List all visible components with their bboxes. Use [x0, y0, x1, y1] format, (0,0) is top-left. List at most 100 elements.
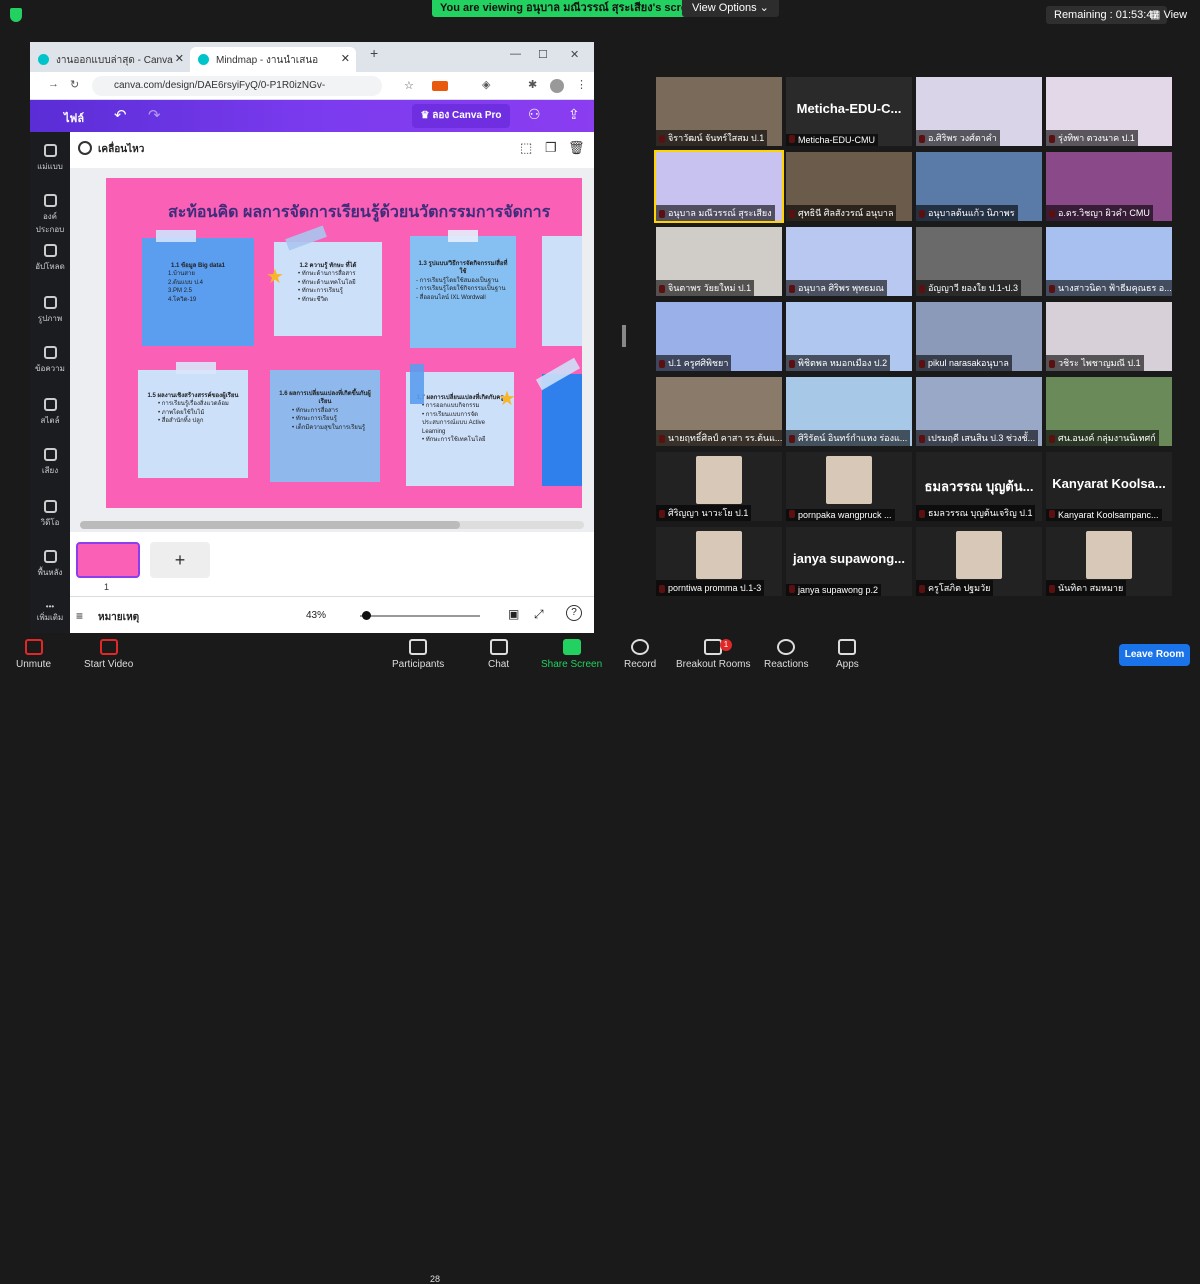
file-menu[interactable]: ไฟล์: [64, 109, 84, 127]
participant-tile[interactable]: พิชิตพล หมอกเมือง ป.2: [786, 302, 912, 371]
participant-tile[interactable]: อนุบาล ศิริพร พุทธมณ: [786, 227, 912, 296]
participant-tile[interactable]: เปรมฤดี เสนสิน ป.3 ช่วงชั้...: [916, 377, 1042, 446]
close-window-icon[interactable]: ✕: [570, 48, 579, 61]
sticky-note-1-5[interactable]: 1.5 ผลงานเชิงสร้างสรรค์ของผู้เรียน • การ…: [138, 370, 248, 478]
sidebar-item-photos[interactable]: รูปภาพ: [30, 296, 70, 325]
slide-canvas[interactable]: สะท้อนคิด ผลการจัดการเรียนรู้ด้วยนวัตกรร…: [106, 178, 582, 508]
breakout-rooms-button[interactable]: Breakout Rooms: [676, 639, 750, 670]
participant-tile[interactable]: อัญญาวี ยองใย ป.1-ป.3: [916, 227, 1042, 296]
duplicate-page-icon[interactable]: ❐: [545, 140, 557, 156]
leave-room-button[interactable]: Leave Room: [1119, 644, 1190, 666]
animate-button[interactable]: เคลื่อนไหว: [98, 142, 144, 157]
participant-tile[interactable]: ธมลวรรณ บุญต้น... ธมลวรรณ บุญต้นเจริญ ป.1: [916, 452, 1042, 521]
reactions-button[interactable]: Reactions: [764, 639, 808, 670]
maximize-icon[interactable]: ☐: [538, 48, 548, 61]
view-options-button[interactable]: View Options ⌄: [682, 0, 779, 17]
browser-menu-icon[interactable]: ⋮: [576, 78, 587, 91]
browser-tab-canva-recent[interactable]: งานออกแบบล่าสุด - Canva ✕: [30, 47, 190, 72]
sticky-note-1-6[interactable]: 1.6 ผลการเปลี่ยนแปลงที่เกิดขึ้นกับผู้เรี…: [270, 370, 380, 482]
participant-tile[interactable]: นางสาวนิดา ฟ้าธีมคุณธร อ...: [1046, 227, 1172, 296]
security-shield-icon[interactable]: [10, 8, 22, 22]
browser-tab-mindmap[interactable]: Mindmap - งานนำเสนอ ✕: [190, 47, 356, 72]
puzzle-extensions-icon[interactable]: ✱: [528, 78, 537, 91]
share-people-icon[interactable]: ⚇: [528, 106, 541, 123]
undo-icon[interactable]: ↶: [114, 106, 127, 124]
page-count-icon[interactable]: ▣: [508, 607, 519, 621]
participant-tile[interactable]: อนุบาลต้นแก้ว นิภาพร: [916, 152, 1042, 221]
participant-tile[interactable]: pornpaka wangpruck ...: [786, 452, 912, 521]
participant-tile[interactable]: จิราวัฒน์ จันทร์ใสสม ป.1: [656, 77, 782, 146]
participant-tile[interactable]: pikul narasakอนุบาล: [916, 302, 1042, 371]
participant-tile[interactable]: นันทิดา สมหมาย: [1046, 527, 1172, 596]
slide-title[interactable]: สะท้อนคิด ผลการจัดการเรียนรู้ด้วยนวัตกรร…: [168, 200, 550, 225]
help-icon[interactable]: ?: [566, 605, 582, 621]
record-button[interactable]: Record: [624, 639, 656, 670]
url-input[interactable]: canva.com/design/DAE6rsyiFyQ/0-P1R0izNGv…: [92, 76, 382, 111]
apps-button[interactable]: Apps: [836, 639, 859, 670]
participant-tile[interactable]: ครูโสภิต ปฐมวัย: [916, 527, 1042, 596]
participant-tile[interactable]: อ.ดร.วิชญา ผิวคำ CMU: [1046, 152, 1172, 221]
participant-tile[interactable]: จินตาพร วัยยใหม่ ป.1: [656, 227, 782, 296]
participant-tile[interactable]: วชิระ ไพชาญมณี ป.1: [1046, 302, 1172, 371]
participant-tile[interactable]: ศิริรัตน์ อินทร์กำแหง ร่องแ...: [786, 377, 912, 446]
sticky-note-1-1[interactable]: 1.1 ข้อมูล Big data1 1.บ้านสาย 2.ต้นแบบ …: [142, 238, 254, 346]
scrollbar-thumb[interactable]: [80, 521, 460, 529]
extension-new-icon[interactable]: [432, 81, 448, 91]
sidebar-item-video[interactable]: วิดีโอ: [30, 500, 70, 529]
start-video-button[interactable]: Start Video: [84, 639, 133, 670]
sticky-note-1-2[interactable]: 1.2 ความรู้ ทักษะ ที่ได้ • ทักษะด้านการส…: [274, 242, 382, 336]
panel-resize-handle[interactable]: [622, 325, 626, 347]
sidebar-item-templates[interactable]: แม่แบบ: [30, 144, 70, 173]
sidebar-item-audio[interactable]: เสียง: [30, 448, 70, 477]
share-screen-button[interactable]: Share Screen: [541, 639, 602, 670]
sidebar-item-more[interactable]: ••• เพิ่มเติม: [30, 602, 70, 624]
add-page-button[interactable]: +: [150, 542, 210, 578]
sidebar-item-background[interactable]: พื้นหลัง: [30, 550, 70, 579]
unmute-button[interactable]: Unmute: [16, 639, 51, 670]
delete-page-icon[interactable]: 🗑: [568, 140, 585, 156]
participant-tile[interactable]: นายฤทธิ์ศิลป์ คาสา รร.ต้นแ...: [656, 377, 782, 446]
close-tab-icon[interactable]: ✕: [175, 52, 184, 65]
participant-tile[interactable]: Meticha-EDU-C... Meticha-EDU-CMU: [786, 77, 912, 146]
extension-icon[interactable]: ◈: [482, 78, 490, 91]
participant-tile[interactable]: ศิริญญา นาวะโย ป.1: [656, 452, 782, 521]
participant-tile[interactable]: Kanyarat Koolsa... Kanyarat Koolsampanc..…: [1046, 452, 1172, 521]
sidebar-item-uploads[interactable]: อัปโหลด: [30, 244, 70, 273]
participant-tile[interactable]: รุ่งทิพา ตวงนาค ป.1: [1046, 77, 1172, 146]
chat-button[interactable]: Chat: [488, 639, 509, 670]
participant-tile[interactable]: ศน.อนงค์ กลุ่มงานนิเทศก์: [1046, 377, 1172, 446]
sticky-note-1-8[interactable]: [542, 374, 582, 486]
redo-icon[interactable]: ↷: [148, 106, 161, 124]
zoom-slider[interactable]: [360, 615, 480, 617]
sticky-note-1-3[interactable]: 1.3 รูปแบบ/วิธีการจัดกิจกรรม/สื่อที่ใช้ …: [410, 236, 516, 348]
minimize-icon[interactable]: —: [510, 48, 521, 60]
participant-tile[interactable]: อนุบาล มณีวรรณ์ สุระเสียง: [654, 150, 784, 223]
view-button[interactable]: ▦ View: [1150, 8, 1187, 21]
participant-tile[interactable]: porntiwa promma ป.1-3: [656, 527, 782, 596]
zoom-slider-handle[interactable]: [362, 611, 371, 620]
forward-icon[interactable]: →: [48, 78, 59, 90]
participant-tile[interactable]: ป.1 ครูศศิพิชยา: [656, 302, 782, 371]
sidebar-item-elements[interactable]: องค์ประกอบ: [30, 194, 70, 236]
new-tab-icon[interactable]: +: [370, 45, 378, 61]
page-thumbnail-1[interactable]: [76, 542, 140, 578]
sidebar-item-text[interactable]: ข้อความ: [30, 346, 70, 375]
participants-button[interactable]: Participants: [392, 639, 444, 670]
upload-share-icon[interactable]: ⇪: [568, 106, 580, 123]
fullscreen-icon[interactable]: ⤢: [534, 607, 544, 622]
reload-icon[interactable]: ↻: [70, 78, 79, 91]
participant-tile[interactable]: janya supawong... janya supawong p.2: [786, 527, 912, 596]
participant-name: จินตาพร วัยยใหม่ ป.1: [656, 280, 755, 296]
bookmark-star-icon[interactable]: ☆: [404, 79, 414, 92]
participant-tile[interactable]: ศุทธินี ศิลสังวรณ์ อนุบาล: [786, 152, 912, 221]
sidebar-label: องค์ประกอบ: [35, 212, 65, 234]
sticky-note-1-4[interactable]: [542, 236, 582, 346]
sidebar-item-styles[interactable]: สไตล์: [30, 398, 70, 427]
try-canva-pro-button[interactable]: ♛ ลอง Canva Pro: [412, 104, 510, 128]
notes-button[interactable]: หมายเหตุ: [98, 610, 139, 625]
profile-avatar[interactable]: [550, 79, 564, 93]
add-page-icon[interactable]: ⬚: [520, 140, 532, 156]
close-tab-icon[interactable]: ✕: [341, 52, 350, 65]
horizontal-scrollbar[interactable]: [80, 521, 584, 529]
participant-tile[interactable]: อ.ศิริพร วงศ์ตาคำ: [916, 77, 1042, 146]
